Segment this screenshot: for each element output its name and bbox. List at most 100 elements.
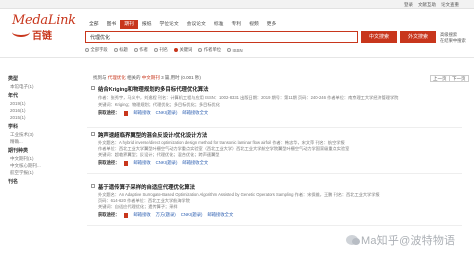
results-summary: 找到与 代理优化 相关的 中文期刊 3 篇,用时 (0.001 秒) [93, 75, 201, 81]
pdf-icon [124, 110, 129, 116]
radio-dot-selected-icon [173, 48, 178, 52]
logo-chinese: 百链 [32, 31, 52, 42]
search-box [85, 31, 358, 43]
tab-all[interactable]: 全部 [85, 20, 103, 29]
login-link[interactable]: 登录 [404, 2, 413, 8]
doc-help-link[interactable]: 文献互助 [418, 2, 436, 8]
summary-keyword: 代理优化 [107, 75, 126, 80]
email-fulltext-link[interactable]: 邮箱接收全文 [207, 212, 233, 218]
facet-item[interactable]: 航空学报(1) [8, 169, 68, 176]
facet-more-link[interactable]: 精确... [8, 138, 68, 145]
radio-affiliation[interactable]: 作者单位 [198, 47, 221, 53]
facet-heading-year: 年代 [8, 93, 19, 99]
radio-dot-icon [85, 48, 89, 52]
summary-prefix: 找到与 [93, 75, 107, 80]
tab-conferences[interactable]: 会议论文 [183, 20, 210, 29]
pdf-icon [124, 160, 129, 166]
result-item: 基于遗传算子采样的自适应代理优化算法 外文题名：An Adaptive Surr… [87, 183, 462, 226]
tab-standards[interactable]: 标准 [210, 20, 228, 29]
email-fulltext-link[interactable]: 邮箱接收全文 [182, 160, 208, 166]
radio-issn[interactable]: ISSN [227, 47, 243, 53]
medalink-logo[interactable]: MedaLink 百链 [12, 13, 87, 43]
tab-more[interactable]: 更多 [263, 20, 281, 29]
email-fulltext-link[interactable]: 邮箱接收全文 [182, 110, 208, 116]
radio-dot-icon [113, 48, 118, 52]
select-checkbox[interactable] [91, 132, 95, 136]
cnki-link[interactable]: CNKI(题录) [156, 110, 178, 116]
logo-wordmark: MedaLink [12, 13, 76, 28]
email-receive-link[interactable]: 邮箱接收 [133, 212, 150, 218]
radio-label: 作者单位 [203, 47, 222, 52]
foreign-search-button[interactable]: 外文搜索 [400, 31, 436, 43]
result-actions: 获取途径： 邮箱接收 万方(题录) CNKI(题录) 邮箱接收全文 [98, 212, 233, 218]
result-keywords: 关键词：Kriging；物理规划；代理优化；多目标优化；多目标优化 [98, 102, 220, 107]
tab-newspapers[interactable]: 报纸 [138, 20, 156, 29]
prev-page-button[interactable]: 上一页 [430, 75, 450, 82]
facet-item[interactable]: 2019(1) [8, 100, 68, 107]
radio-label: 关键词 [179, 47, 193, 52]
facet-item[interactable]: 工业技术(3) [8, 131, 68, 138]
facet-sidebar: 类型 本馆电子(1) 年代 2019(1) 2016(1) 2015(1) 学科… [8, 73, 68, 186]
watermark-text: Ma知乎@波特物语 [361, 235, 456, 247]
wechat-icon [346, 235, 360, 245]
tab-patents[interactable]: 专利 [227, 20, 245, 29]
tab-theses[interactable]: 学位论文 [155, 20, 182, 29]
email-receive-link[interactable]: 邮箱接收 [133, 160, 150, 166]
summary-count: 3 篇,用时 (0.001 秒) [161, 75, 201, 80]
facet-item[interactable]: 本馆电子(1) [8, 83, 68, 90]
radio-dot-icon [227, 48, 232, 52]
tab-books[interactable]: 图书 [103, 20, 121, 29]
radio-label: 标题 [119, 47, 128, 52]
plagiarism-check-link[interactable]: 论文查重 [441, 2, 459, 8]
radio-all-fields[interactable]: 全部字段 [85, 47, 108, 53]
facet-heading-type: 类型 [8, 76, 19, 82]
search-within-link[interactable]: 在结果中搜索 [440, 38, 466, 44]
zhihu-watermark: Ma知乎@波特物语 [346, 232, 455, 248]
radio-label: 作者 [139, 47, 148, 52]
result-actions: 获取途径： 邮箱接收 CNKI(题录) 邮箱接收全文 [98, 110, 208, 116]
select-checkbox[interactable] [91, 86, 95, 90]
access-label: 获取途径： [98, 212, 120, 217]
resource-tabs: 全部 图书 期刊 报纸 学位论文 会议论文 标准 专利 视频 更多 [85, 20, 280, 30]
facet-heading-journal-name: 刊名 [8, 179, 19, 185]
radio-label: 刊名 [159, 47, 168, 52]
next-page-button[interactable]: 下一页 [449, 75, 469, 82]
top-bar: 登录 文献互助 论文查重 [0, 0, 474, 9]
result-keywords: 关键词：自适应代理优化；遗传算子；采样 [98, 204, 178, 209]
facet-heading-subject: 学科 [8, 124, 19, 130]
summary-type: 中文期刊 [141, 75, 160, 80]
radio-dot-icon [198, 48, 203, 52]
facet-item[interactable]: 2015(1) [8, 114, 68, 121]
radio-journal-name[interactable]: 刊名 [153, 47, 168, 53]
result-title[interactable]: 基于遗传算子采样的自适应代理优化算法 [98, 183, 195, 191]
summary-middle: 相关的 [127, 75, 141, 80]
header-divider [0, 57, 474, 58]
facet-item[interactable]: 2016(1) [8, 107, 68, 114]
logo-swirl-icon [12, 27, 30, 37]
access-label: 获取途径： [98, 110, 120, 115]
result-title[interactable]: 结合Kriging和物理规划的多目标代理优化算法 [98, 85, 209, 93]
access-label: 获取途径： [98, 160, 120, 165]
facet-heading-journal-type: 期刊种类 [8, 148, 29, 154]
search-input[interactable] [86, 32, 357, 42]
cnki-link[interactable]: CNKI(题录) [181, 212, 203, 218]
tab-journals[interactable]: 期刊 [120, 20, 138, 29]
facet-item[interactable]: 中文期刊(1) [8, 155, 68, 162]
wanfang-link[interactable]: 万方(题录) [156, 212, 176, 218]
radio-label: 全部字段 [90, 47, 108, 52]
result-item: 结合Kriging和物理规划的多目标代理优化算法 作者：张秀宇，马义中，刘逸程 … [87, 85, 462, 128]
radio-dot-icon [153, 48, 158, 52]
radio-keyword[interactable]: 关键词 [173, 47, 193, 53]
cnki-link[interactable]: CNKI(题录) [156, 160, 178, 166]
tab-videos[interactable]: 视频 [245, 20, 263, 29]
facet-item[interactable]: 中文核心期刊... [8, 162, 68, 169]
radio-title[interactable]: 标题 [113, 47, 128, 53]
email-receive-link[interactable]: 邮箱接收 [133, 110, 150, 116]
select-checkbox[interactable] [91, 184, 95, 188]
result-item: 跨声速超临界翼型的混合反设计/优化设计方法 外文题名：A hybrid inve… [87, 131, 462, 174]
chinese-search-button[interactable]: 中文搜索 [361, 31, 397, 43]
radio-author[interactable]: 作者 [133, 47, 148, 53]
result-title[interactable]: 跨声速超临界翼型的混合反设计/优化设计方法 [98, 131, 207, 139]
radio-dot-icon [133, 48, 138, 52]
result-actions: 获取途径： 邮箱接收 CNKI(题录) 邮箱接收全文 [98, 160, 208, 166]
